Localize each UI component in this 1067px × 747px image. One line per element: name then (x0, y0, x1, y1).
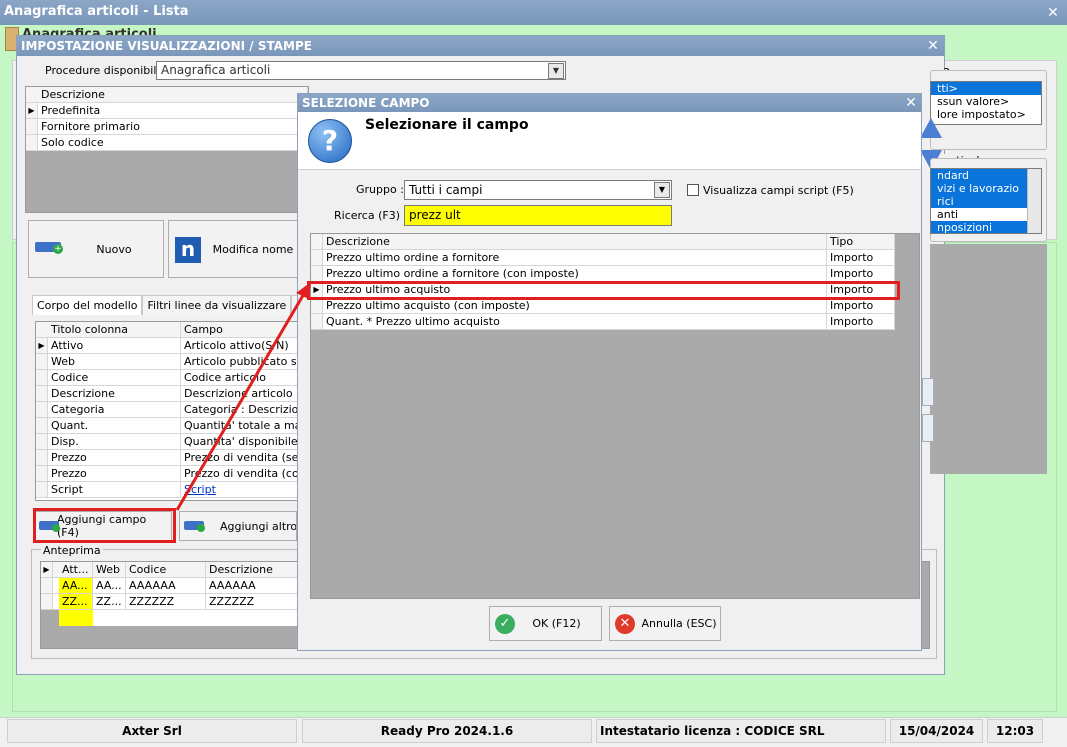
status-time: 12:03 (987, 719, 1043, 743)
status-license: Intestatario licenza : CODICE SRL (596, 719, 886, 743)
status-product: Ready Pro 2024.1.6 (302, 719, 592, 743)
status-date: 15/04/2024 (890, 719, 983, 743)
status-company: Axter Srl (7, 719, 297, 743)
annotation-arrow (175, 282, 311, 511)
